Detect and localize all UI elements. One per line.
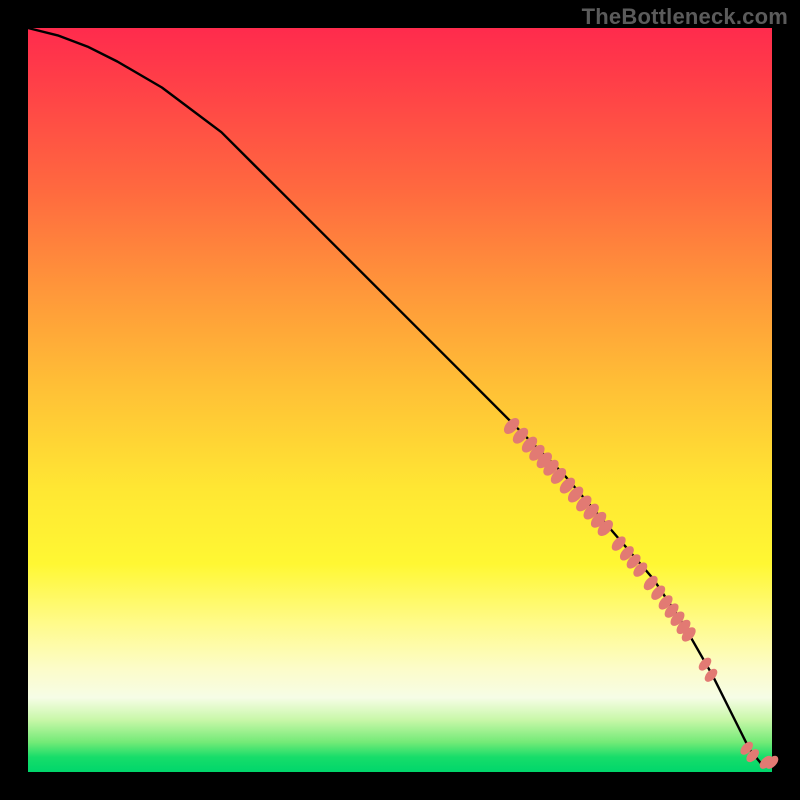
scatter-points	[501, 415, 781, 771]
chart-overlay	[28, 28, 772, 772]
chart-stage: TheBottleneck.com	[0, 0, 800, 800]
watermark-text: TheBottleneck.com	[582, 4, 788, 30]
bottleneck-curve	[28, 28, 772, 763]
plot-area	[28, 28, 772, 772]
